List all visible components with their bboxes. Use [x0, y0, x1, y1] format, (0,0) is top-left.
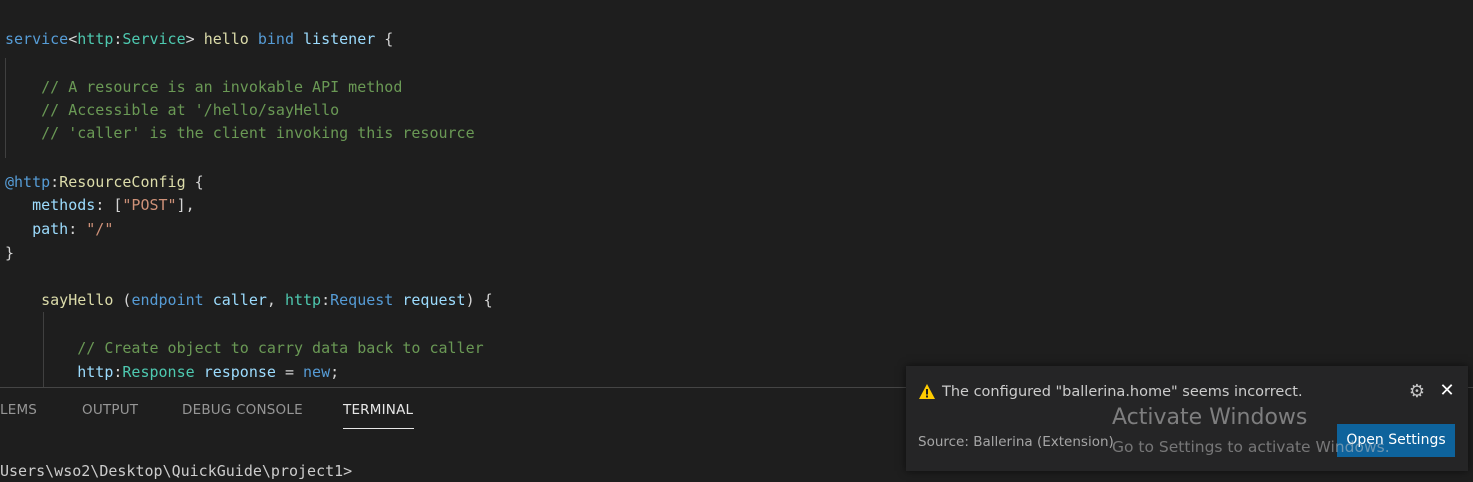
code-token: : [ — [95, 196, 123, 214]
tab-problems[interactable]: LEMS — [0, 402, 37, 418]
code-token: < — [68, 30, 78, 48]
notification-toast: The configured "ballerina.home" seems in… — [906, 366, 1468, 471]
code-token: // A resource is an invokable API method — [5, 78, 403, 96]
code-token: service — [5, 30, 69, 48]
gear-icon[interactable]: ⚙ — [1408, 383, 1426, 401]
code-token: // 'caller' is the client invoking this … — [5, 124, 475, 142]
close-icon[interactable]: ✕ — [1438, 382, 1456, 400]
code-token: ) { — [465, 291, 493, 309]
code-token: : — [50, 173, 60, 191]
code-token: endpoint — [131, 291, 204, 309]
code-token: // Accessible at '/hello/sayHello — [5, 101, 340, 119]
code-token: sayHello — [41, 291, 114, 309]
code-editor[interactable]: service<http:Service> hello bind listene… — [0, 0, 1473, 387]
code-token: , — [266, 291, 285, 309]
code-token: ( — [113, 291, 132, 309]
code-token: request — [402, 291, 466, 309]
code-token: hello — [203, 30, 249, 48]
code-token: http — [77, 30, 114, 48]
active-tab-indicator — [343, 428, 414, 429]
code-token: listener — [303, 30, 376, 48]
code-line: } — [5, 242, 14, 264]
tab-output[interactable]: OUTPUT — [82, 402, 138, 418]
code-line: @http:ResourceConfig { — [5, 171, 204, 193]
code-line: methods: ["POST"], — [5, 194, 195, 216]
code-token: new — [303, 363, 331, 381]
code-token: : — [68, 220, 87, 238]
code-token: } — [5, 244, 15, 262]
code-token: http — [77, 363, 114, 381]
code-token: bind — [257, 30, 294, 48]
code-line: path: "/" — [5, 218, 113, 240]
code-token: ], — [176, 196, 195, 214]
code-token: "/" — [86, 220, 114, 238]
code-token: caller — [212, 291, 267, 309]
terminal-prompt[interactable]: Users\wso2\Desktop\QuickGuide\project1> — [0, 462, 352, 480]
code-token: { — [375, 30, 394, 48]
code-token: @http — [5, 173, 51, 191]
code-token: path — [32, 220, 69, 238]
notification-message: The configured "ballerina.home" seems in… — [942, 384, 1303, 400]
notification-source: Source: Ballerina (Extension) — [918, 434, 1114, 450]
tab-debug-console[interactable]: DEBUG CONSOLE — [182, 402, 303, 418]
code-line: // A resource is an invokable API method — [5, 76, 402, 98]
code-line: // Accessible at '/hello/sayHello — [5, 99, 339, 121]
tab-terminal[interactable]: TERMINAL — [343, 402, 413, 418]
code-line: sayHello (endpoint caller, http:Request … — [5, 289, 493, 311]
code-token: > — [185, 30, 204, 48]
code-token: response — [203, 363, 276, 381]
code-line: // Create object to carry data back to c… — [5, 337, 484, 359]
code-token: // Create object to carry data back to c… — [5, 339, 484, 357]
code-token: Service — [122, 30, 186, 48]
code-token: ResourceConfig — [59, 173, 186, 191]
code-token: "POST" — [122, 196, 177, 214]
code-token: { — [185, 173, 204, 191]
code-token: = — [275, 363, 304, 381]
code-token: http — [284, 291, 322, 309]
code-token: ; — [330, 363, 340, 381]
warning-icon — [919, 384, 935, 399]
code-line: http:Response response = new; — [5, 361, 339, 383]
code-line: service<http:Service> hello bind listene… — [5, 28, 393, 50]
code-token: : — [321, 291, 331, 309]
code-token: Response — [122, 363, 195, 381]
open-settings-button[interactable]: Open Settings — [1337, 424, 1455, 457]
code-token: Request — [330, 291, 394, 309]
code-token: methods — [32, 196, 96, 214]
code-line: // 'caller' is the client invoking this … — [5, 122, 475, 144]
